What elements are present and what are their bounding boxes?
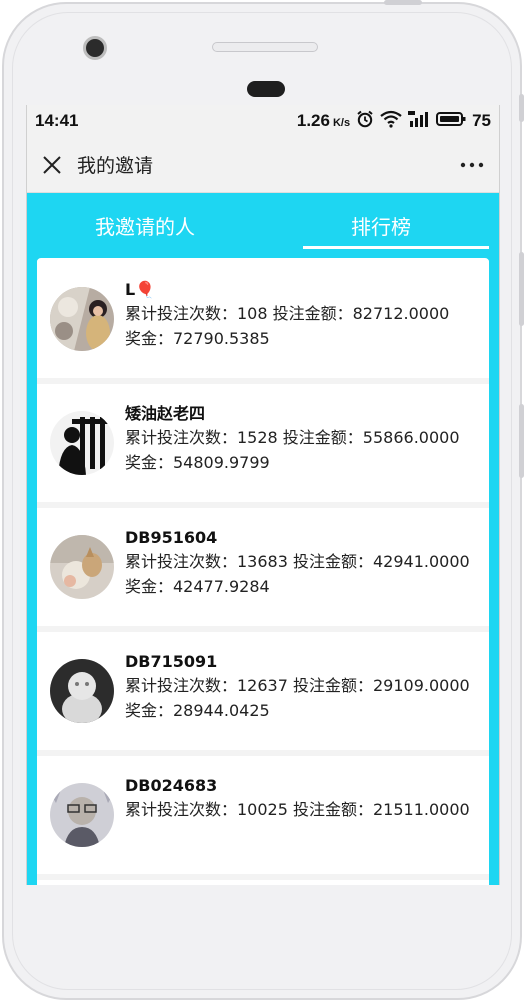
- proximity-sensor: [247, 81, 285, 97]
- leaderboard-item[interactable]: DB715091 累计投注次数：12637 投注金额：29109.0000 奖金…: [37, 632, 489, 756]
- signal-icon: [408, 110, 430, 133]
- player-name: DB715091: [125, 652, 218, 671]
- front-camera: [83, 36, 107, 60]
- status-bar: 14:41 1.26 K/s 75: [27, 105, 499, 137]
- avatar: [50, 411, 114, 475]
- alarm-icon: [356, 110, 374, 133]
- avatar: [50, 287, 114, 351]
- more-icon: [460, 162, 484, 167]
- page-title: 我的邀请: [77, 155, 154, 177]
- close-button[interactable]: [37, 150, 67, 180]
- leaderboard-item[interactable]: L🎈 累计投注次数：108 投注金额：82712.0000 奖金：72790.5…: [37, 260, 489, 384]
- leaderboard-item[interactable]: 矮油赵老四 累计投注次数：1528 投注金额：55866.0000 奖金：548…: [37, 384, 489, 508]
- phone-screen: 14:41 1.26 K/s 75 我的邀请 我邀请的人 排行榜 L🎈 累计投注…: [26, 105, 500, 885]
- close-icon: [43, 155, 61, 174]
- wifi-icon: [380, 110, 402, 133]
- active-tab-indicator: [303, 246, 489, 249]
- network-speed: 1.26 K/s: [297, 111, 350, 131]
- status-icons: 1.26 K/s 75: [297, 110, 491, 133]
- top-button: [384, 0, 422, 5]
- player-name: L🎈: [125, 280, 156, 299]
- battery-icon: [436, 111, 466, 132]
- player-name: DB951604: [125, 528, 218, 547]
- bonus: 奖金：72790.5385: [125, 329, 270, 348]
- tab-my-invitees[interactable]: 我邀请的人: [27, 193, 263, 258]
- bet-stats: 累计投注次数：1528 投注金额：55866.0000: [125, 428, 460, 447]
- bonus: 奖金：42477.9284: [125, 577, 270, 596]
- bonus: 奖金：28944.0425: [125, 701, 270, 720]
- side-button: [519, 94, 524, 122]
- leaderboard-item[interactable]: DB024683 累计投注次数：10025 投注金额：21511.0000: [37, 756, 489, 880]
- bet-stats: 累计投注次数：10025 投注金额：21511.0000: [125, 800, 470, 819]
- volume-up-button: [519, 252, 524, 326]
- bet-stats: 累计投注次数：13683 投注金额：42941.0000: [125, 552, 470, 571]
- bet-stats: 累计投注次数：108 投注金额：82712.0000: [125, 304, 450, 323]
- network-speed-unit: K/s: [332, 117, 351, 129]
- avatar: [50, 659, 114, 723]
- player-name: 矮油赵老四: [125, 404, 206, 423]
- volume-down-button: [519, 404, 524, 478]
- bet-stats: 累计投注次数：12637 投注金额：29109.0000: [125, 676, 470, 695]
- leaderboard-panel: L🎈 累计投注次数：108 投注金额：82712.0000 奖金：72790.5…: [27, 258, 499, 885]
- status-time: 14:41: [35, 111, 79, 130]
- leaderboard-list[interactable]: L🎈 累计投注次数：108 投注金额：82712.0000 奖金：72790.5…: [37, 258, 489, 885]
- more-button[interactable]: [455, 150, 489, 180]
- battery-level: 75: [472, 111, 491, 130]
- player-name: DB024683: [125, 776, 218, 795]
- leaderboard-item[interactable]: DB951604 累计投注次数：13683 投注金额：42941.0000 奖金…: [37, 508, 489, 632]
- network-speed-value: 1.26: [296, 111, 330, 130]
- bonus: 奖金：54809.9799: [125, 453, 270, 472]
- avatar: [50, 783, 114, 847]
- title-bar: 我的邀请: [27, 137, 499, 193]
- tab-bar: 我邀请的人 排行榜: [27, 193, 499, 258]
- avatar: [50, 535, 114, 599]
- earpiece-speaker: [212, 42, 318, 52]
